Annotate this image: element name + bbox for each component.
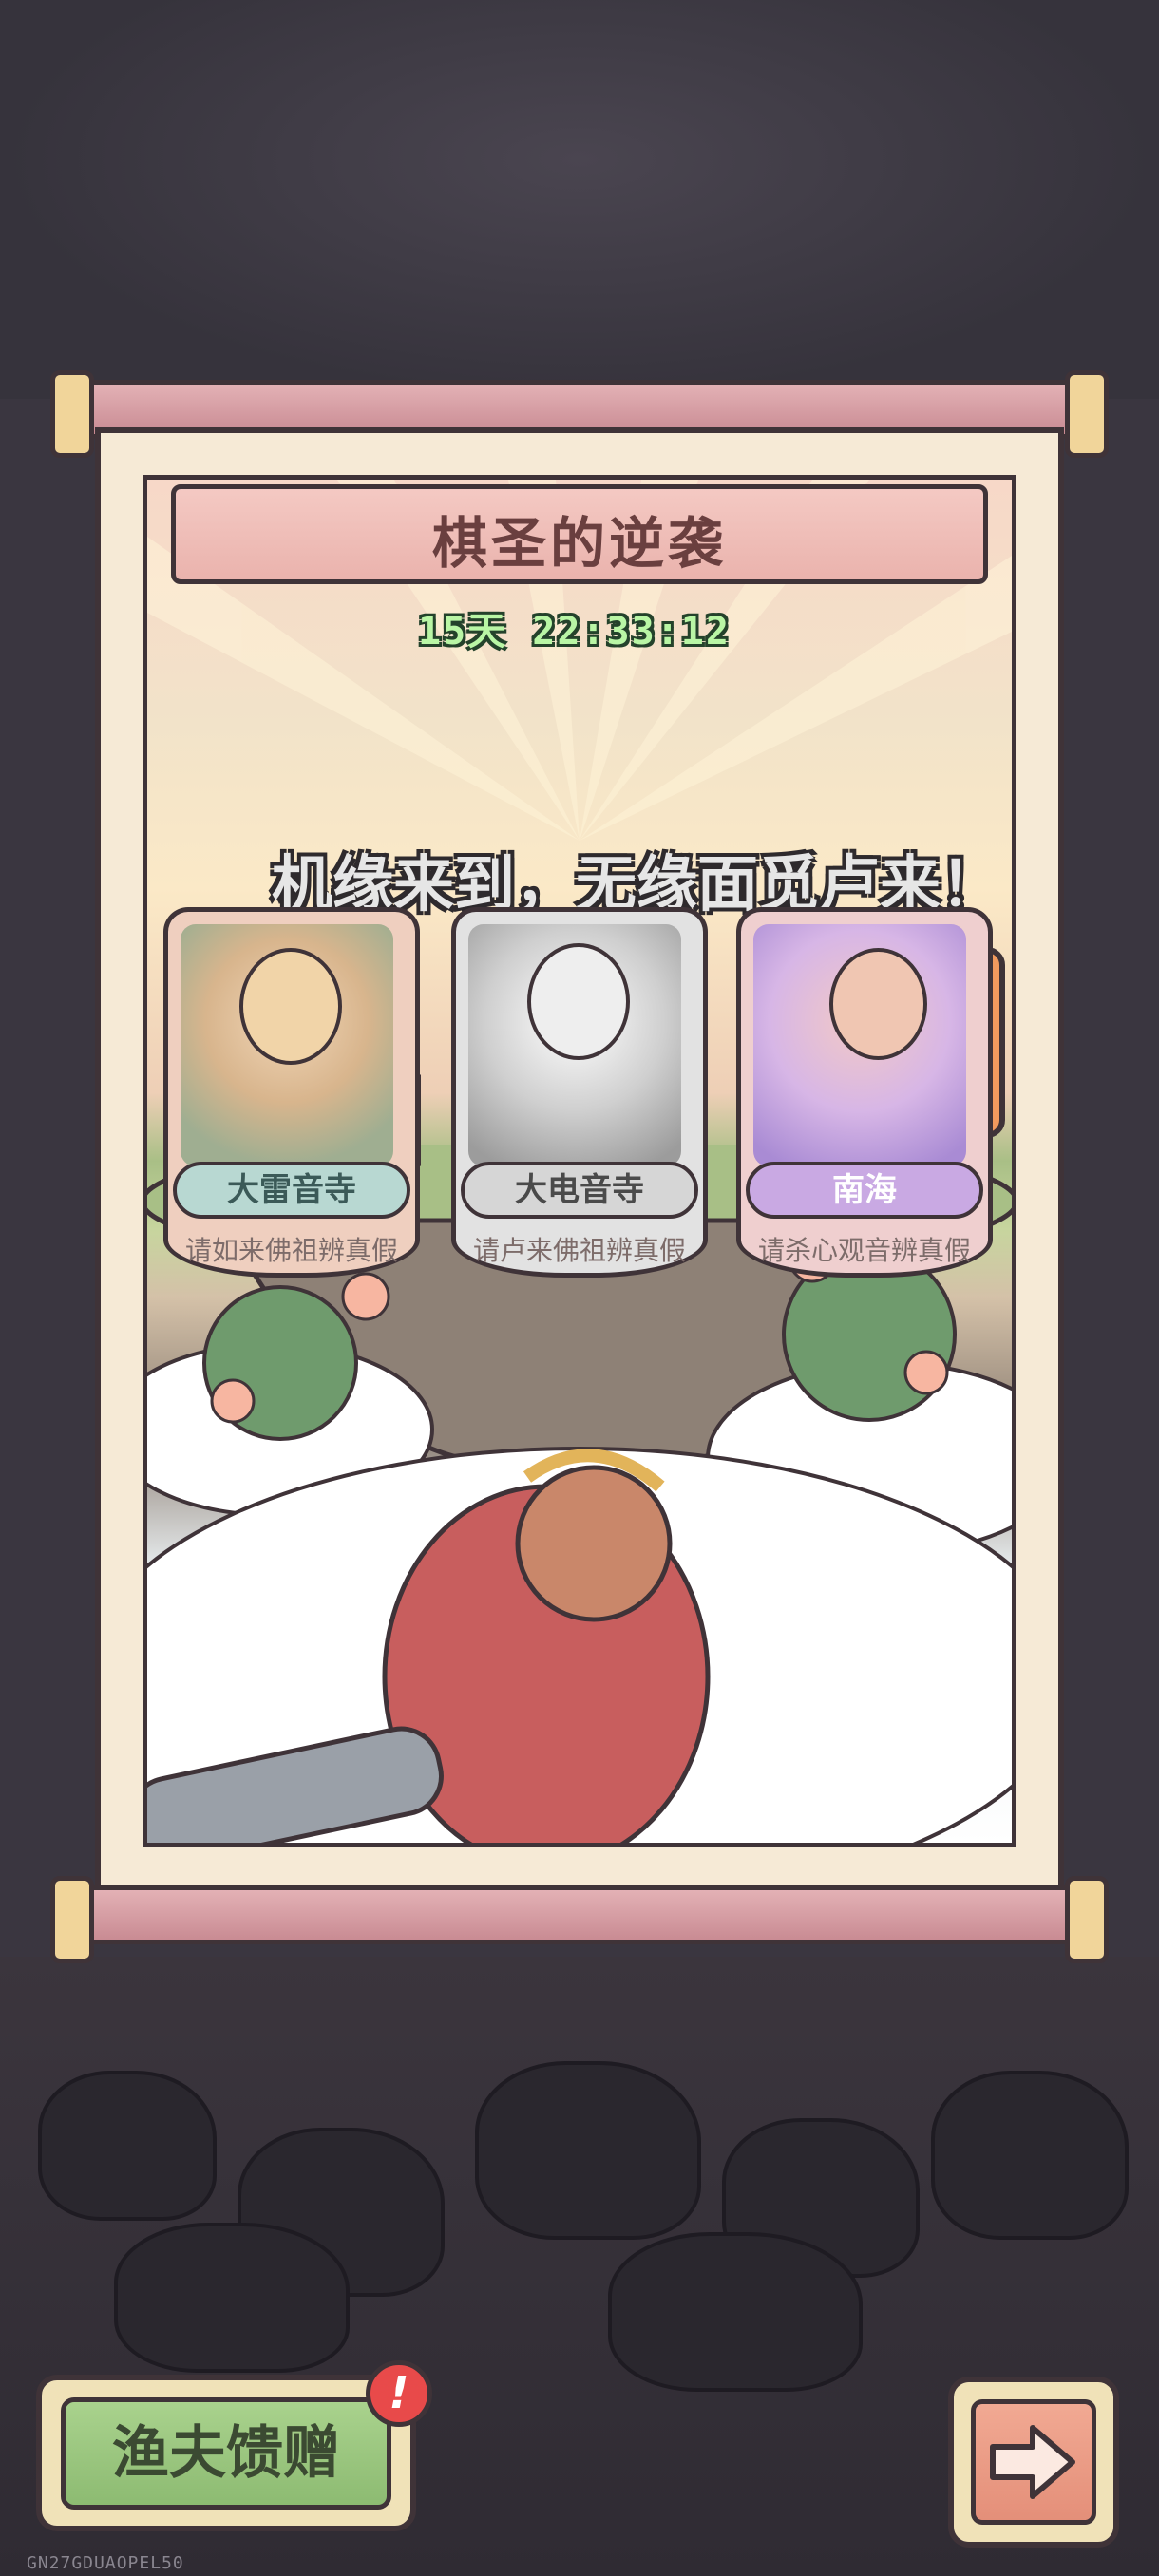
guanyin-face	[829, 948, 927, 1060]
card-dadianyin-temple[interactable]: 大电音寺 请卢来佛祖辨真假	[451, 907, 708, 1316]
right-arrow-icon	[990, 2425, 1075, 2499]
background-top	[0, 0, 1159, 399]
event-title-banner: 棋圣的逆袭	[171, 484, 988, 584]
watermark-code: GN27GDUAOPEL50	[27, 2553, 184, 2573]
grey-buddha-face	[527, 943, 630, 1060]
card-desc: 请卢来佛祖辨真假	[472, 1235, 686, 1266]
card-tag: 南海	[746, 1162, 983, 1219]
card-tag: 大电音寺	[461, 1162, 698, 1219]
card-daleiyin-temple[interactable]: 大雷音寺 请如来佛祖辨真假	[163, 907, 420, 1316]
buddha-face	[239, 948, 342, 1065]
rod-cap	[1065, 370, 1109, 458]
card-desc: 请杀心观音辨真假	[757, 1235, 971, 1266]
grey-buddha-portrait	[468, 924, 681, 1166]
countdown-timer: 15天 22:33:12	[418, 610, 731, 653]
card-nanhai[interactable]: 南海 请杀心观音辨真假	[736, 907, 993, 1316]
next-button[interactable]	[948, 2377, 1119, 2548]
rock	[475, 2061, 701, 2240]
next-button-face	[971, 2399, 1096, 2525]
fisherman-gift-button[interactable]: 渔夫馈赠	[36, 2375, 416, 2531]
rod-cap	[1065, 1876, 1109, 1963]
rock	[114, 2223, 350, 2373]
guanyin-portrait	[753, 924, 966, 1166]
rod-cap	[50, 1876, 94, 1963]
rock	[38, 2071, 217, 2221]
card-tag: 大雷音寺	[173, 1162, 410, 1219]
card-desc: 请如来佛祖辨真假	[184, 1235, 398, 1266]
notification-badge: !	[366, 2360, 432, 2427]
buddha-portrait	[180, 924, 393, 1166]
event-title: 棋圣的逆袭	[431, 511, 727, 576]
scroll-bottom-rod	[50, 1876, 1109, 1963]
rock	[931, 2071, 1129, 2240]
rod-cap	[50, 370, 94, 458]
fisherman-gift-label: 渔夫馈赠	[61, 2397, 391, 2510]
rock	[608, 2232, 863, 2392]
